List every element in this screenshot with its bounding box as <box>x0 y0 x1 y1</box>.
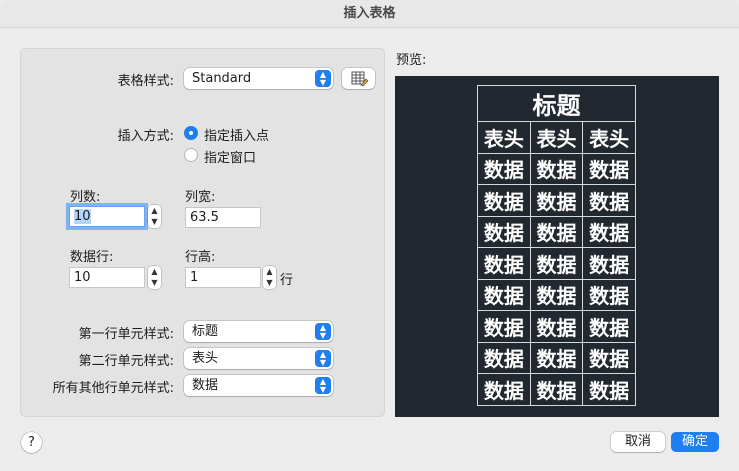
row-height-unit: 行 <box>280 273 294 288</box>
preview-data-cell: 数据 <box>582 373 636 406</box>
preview-data-cell: 数据 <box>529 310 584 343</box>
preview-data-cell: 数据 <box>582 278 636 311</box>
preview-data-row: 数据 数据 数据 <box>477 184 636 217</box>
ok-button[interactable]: 确定 <box>671 432 719 452</box>
preview-data-cell: 数据 <box>529 184 584 217</box>
preview-label: 预览: <box>396 53 427 68</box>
other-rows-style-value: 数据 <box>192 378 219 393</box>
cancel-button[interactable]: 取消 <box>611 432 665 452</box>
preview-data-row: 数据 数据 数据 <box>477 215 636 248</box>
preview-data-row: 数据 数据 数据 <box>477 341 636 374</box>
data-rows-label: 数据行: <box>70 250 114 265</box>
table-style-label: 表格样式: <box>117 74 174 89</box>
preview-data-cell: 数据 <box>477 310 531 343</box>
insert-mode-label: 插入方式: <box>117 129 174 144</box>
preview-data-row: 数据 数据 数据 <box>477 310 636 343</box>
preview-data-cell: 数据 <box>582 247 636 280</box>
preview-header-cell: 表头 <box>582 121 636 154</box>
preview-data-cell: 数据 <box>529 341 584 374</box>
table-edit-icon <box>351 71 369 87</box>
preview-data-cell: 数据 <box>582 152 636 185</box>
preview-data-cell: 数据 <box>529 373 584 406</box>
col-width-value: 63.5 <box>190 210 219 225</box>
row-height-stepper[interactable]: ▲ ▼ <box>263 266 276 289</box>
preview-data-cell: 数据 <box>529 152 584 185</box>
preview-data-cell: 数据 <box>477 215 531 248</box>
help-button[interactable]: ? <box>21 432 42 453</box>
preview-data-cell: 数据 <box>582 310 636 343</box>
columns-value: 10 <box>74 209 91 224</box>
preview-data-row: 数据 数据 数据 <box>477 247 636 280</box>
preview-data-cell: 数据 <box>582 184 636 217</box>
table-style-value: Standard <box>192 71 252 86</box>
preview-data-cell: 数据 <box>529 247 584 280</box>
preview-table: 标题 表头 表头 表头 数据 数据 数据 数据 数据 数据 数据 数据 数据 数据 数据 数据 数据 数据… <box>477 85 636 406</box>
first-row-style-select[interactable]: 标题 ▲ ▼ <box>184 321 333 342</box>
data-rows-value: 10 <box>74 270 91 285</box>
preview-data-row: 数据 数据 数据 <box>477 278 636 311</box>
row-height-value: 1 <box>190 270 199 285</box>
table-style-select[interactable]: Standard ▲ ▼ <box>184 68 333 89</box>
chevron-updown-icon: ▲ ▼ <box>315 377 331 394</box>
preview-data-cell: 数据 <box>477 152 531 185</box>
preview-data-row: 数据 数据 数据 <box>477 373 636 406</box>
insert-table-dialog: 插入表格 表格样式: Standard ▲ ▼ 插入方式: 指定插入点 指定窗口 … <box>0 0 739 471</box>
columns-label: 列数: <box>70 190 101 205</box>
preview-data-cell: 数据 <box>477 341 531 374</box>
insert-window-option-label[interactable]: 指定窗口 <box>204 147 256 166</box>
other-rows-style-label: 所有其他行单元样式: <box>52 381 174 396</box>
preview-data-cell: 数据 <box>582 215 636 248</box>
row-height-label: 行高: <box>185 250 216 265</box>
preview-data-cell: 数据 <box>529 215 584 248</box>
table-style-dialog-button[interactable] <box>342 68 375 89</box>
radio-insert-point[interactable] <box>184 126 198 140</box>
second-row-style-label: 第二行单元样式: <box>78 354 174 369</box>
chevron-updown-icon: ▲ ▼ <box>315 70 331 87</box>
radio-insert-window[interactable] <box>184 148 198 162</box>
row-height-input[interactable]: 1 <box>185 267 261 288</box>
preview-data-cell: 数据 <box>477 278 531 311</box>
first-row-style-label: 第一行单元样式: <box>78 327 174 342</box>
first-row-style-value: 标题 <box>192 324 219 339</box>
data-rows-input[interactable]: 10 <box>69 267 145 288</box>
preview-data-cell: 数据 <box>477 247 531 280</box>
second-row-style-select[interactable]: 表头 ▲ ▼ <box>184 348 333 369</box>
insert-point-option-label[interactable]: 指定插入点 <box>204 125 269 144</box>
preview-title-cell: 标题 <box>477 85 636 122</box>
preview-data-cell: 数据 <box>477 184 531 217</box>
preview-data-row: 数据 数据 数据 <box>477 152 636 185</box>
preview-header-cell: 表头 <box>477 121 531 154</box>
col-width-input[interactable]: 63.5 <box>185 207 261 228</box>
columns-stepper[interactable]: ▲ ▼ <box>148 205 161 228</box>
chevron-updown-icon: ▲ ▼ <box>315 350 331 367</box>
preview-data-cell: 数据 <box>529 278 584 311</box>
col-width-label: 列宽: <box>185 190 216 205</box>
second-row-style-value: 表头 <box>192 351 219 366</box>
preview-header-cell: 表头 <box>529 121 584 154</box>
columns-input[interactable]: 10 <box>69 206 145 227</box>
data-rows-stepper[interactable]: ▲ ▼ <box>148 266 161 289</box>
other-rows-style-select[interactable]: 数据 ▲ ▼ <box>184 375 333 396</box>
table-preview: 标题 表头 表头 表头 数据 数据 数据 数据 数据 数据 数据 数据 数据 数据 数据 数据 数据 数据… <box>395 76 719 417</box>
preview-data-cell: 数据 <box>477 373 531 406</box>
preview-data-cell: 数据 <box>582 341 636 374</box>
chevron-updown-icon: ▲ ▼ <box>315 323 331 340</box>
window-title: 插入表格 <box>0 0 739 28</box>
